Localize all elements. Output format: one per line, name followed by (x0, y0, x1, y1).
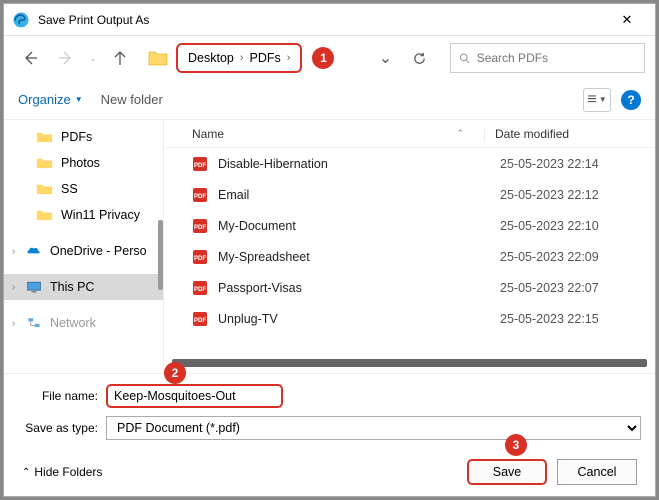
folder-icon (36, 156, 53, 170)
sidebar-item-win11[interactable]: Win11 Privacy (4, 202, 163, 228)
svg-text:PDF: PDF (194, 287, 206, 293)
chevron-up-icon: ⌃ (22, 467, 30, 478)
annotation-1: 1 (312, 47, 334, 69)
refresh-button[interactable] (404, 43, 434, 73)
column-header-date[interactable]: Date modified (484, 127, 655, 141)
folder-icon (36, 182, 53, 196)
savetype-label: Save as type: (18, 421, 98, 435)
search-input[interactable] (450, 43, 645, 73)
pdf-icon: PDF (192, 218, 208, 234)
folder-icon (36, 130, 53, 144)
breadcrumb[interactable]: Desktop › PDFs › (176, 43, 302, 73)
breadcrumb-pdfs[interactable]: PDFs (250, 51, 281, 65)
breadcrumb-desktop[interactable]: Desktop (188, 51, 234, 65)
organize-button[interactable]: Organize▼ (18, 92, 83, 107)
file-list: Name⌃ Date modified PDFDisable-Hibernati… (164, 120, 655, 373)
file-row[interactable]: PDFMy-Document25-05-2023 22:10 (164, 210, 655, 241)
search-icon (459, 52, 471, 65)
file-row[interactable]: PDFPassport-Visas25-05-2023 22:07 (164, 272, 655, 303)
sidebar-item-photos[interactable]: Photos (4, 150, 163, 176)
network-icon (26, 316, 42, 330)
up-button[interactable] (104, 42, 136, 74)
chevron-right-icon[interactable]: › (12, 318, 15, 329)
svg-text:PDF: PDF (194, 318, 206, 324)
chevron-right-icon[interactable]: › (12, 282, 15, 293)
pdf-icon: PDF (192, 280, 208, 296)
pdf-icon: PDF (192, 156, 208, 172)
window-title: Save Print Output As (38, 13, 607, 27)
edge-icon (12, 11, 30, 29)
history-dropdown[interactable]: ⌄ (370, 43, 400, 73)
savetype-select[interactable]: PDF Document (*.pdf) (106, 416, 641, 440)
sidebar-item-onedrive[interactable]: ›OneDrive - Perso (4, 238, 163, 264)
pdf-icon: PDF (192, 311, 208, 327)
cancel-button[interactable]: Cancel (557, 459, 637, 485)
navigation-sidebar: PDFs Photos SS Win11 Privacy ›OneDrive -… (4, 120, 164, 373)
svg-text:PDF: PDF (194, 194, 206, 200)
annotation-2: 2 (164, 362, 186, 384)
onedrive-icon (26, 244, 42, 258)
sidebar-scrollbar[interactable] (158, 220, 163, 290)
chevron-right-icon: › (287, 52, 291, 64)
file-row[interactable]: PDFMy-Spreadsheet25-05-2023 22:09 (164, 241, 655, 272)
chevron-right-icon: › (240, 52, 244, 64)
pc-icon (26, 280, 42, 294)
sidebar-item-pdfs[interactable]: PDFs (4, 124, 163, 150)
new-folder-button[interactable]: New folder (101, 92, 163, 107)
folder-icon (36, 208, 53, 222)
horizontal-scrollbar[interactable] (172, 359, 647, 367)
file-row[interactable]: PDFEmail25-05-2023 22:12 (164, 179, 655, 210)
sidebar-item-thispc[interactable]: ›This PC (4, 274, 163, 300)
sidebar-item-ss[interactable]: SS (4, 176, 163, 202)
view-options-button[interactable]: ≡ ▼ (583, 88, 611, 112)
column-header-name[interactable]: Name⌃ (192, 127, 484, 141)
svg-text:PDF: PDF (194, 225, 206, 231)
folder-icon (148, 49, 168, 67)
save-button[interactable]: Save (467, 459, 547, 485)
sidebar-item-network[interactable]: ›Network (4, 310, 163, 336)
file-row[interactable]: PDFUnplug-TV25-05-2023 22:15 (164, 303, 655, 334)
help-button[interactable]: ? (621, 90, 641, 110)
search-field[interactable] (477, 51, 636, 65)
svg-text:PDF: PDF (194, 163, 206, 169)
svg-text:PDF: PDF (194, 256, 206, 262)
filename-input[interactable] (106, 384, 283, 408)
back-button[interactable] (14, 42, 46, 74)
file-row[interactable]: PDFDisable-Hibernation25-05-2023 22:14 (164, 148, 655, 179)
close-button[interactable]: ✕ (607, 6, 647, 34)
annotation-3: 3 (505, 434, 527, 456)
pdf-icon: PDF (192, 187, 208, 203)
filename-label: File name: (18, 389, 98, 403)
forward-button[interactable] (50, 42, 82, 74)
chevron-right-icon[interactable]: › (12, 246, 15, 257)
recent-dropdown[interactable]: ⌄ (86, 42, 100, 74)
hide-folders-button[interactable]: ⌃Hide Folders (22, 465, 102, 479)
pdf-icon: PDF (192, 249, 208, 265)
sort-ascending-icon: ⌃ (456, 128, 464, 139)
